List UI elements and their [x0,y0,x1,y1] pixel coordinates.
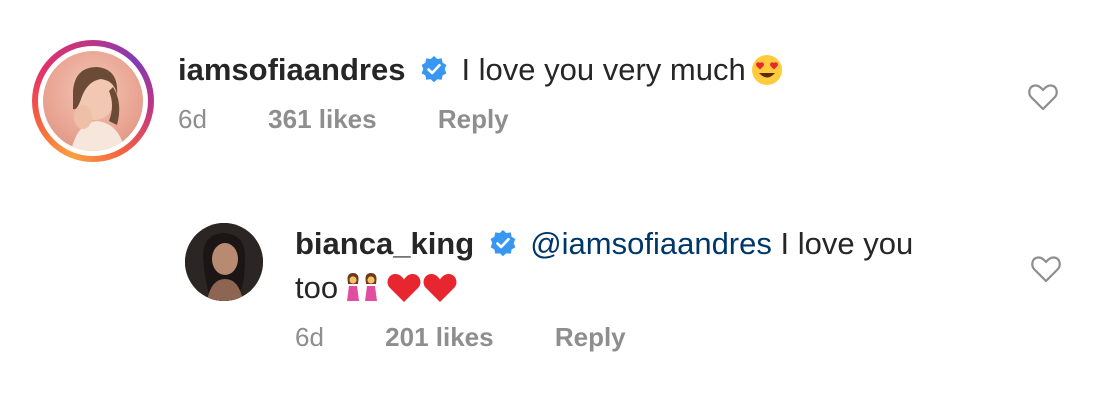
like-heart-icon[interactable] [1030,254,1062,284]
username-link[interactable]: iamsofiaandres [178,50,405,90]
comment-text-line: too [295,268,995,308]
avatar-photo [71,67,125,151]
comment-body: bianca_king @iamsofiaandres I love you t… [295,224,995,353]
red-heart-emoji-icon [423,274,457,302]
avatar[interactable] [43,51,143,151]
like-heart-icon[interactable] [1027,82,1059,112]
likes-count-link[interactable]: 361 likes [268,104,376,135]
mention-link[interactable]: @iamsofiaandres [530,224,772,264]
avatar[interactable] [185,223,263,301]
comment-text: I love you [780,226,914,261]
reply-comment-item: bianca_king @iamsofiaandres I love you t… [185,218,1085,368]
verified-badge-icon [422,56,447,83]
avatar-photo [185,223,263,301]
comment-meta: 6d 201 likes Reply [295,322,995,353]
red-heart-emoji-icon [387,274,421,302]
story-ring[interactable] [32,40,154,162]
reply-button[interactable]: Reply [555,322,626,353]
comment-age: 6d [295,322,324,352]
comment-text-line: iamsofiaandres I love you very much [178,50,784,90]
reply-button[interactable]: Reply [438,104,509,135]
comment-item: iamsofiaandres I love you very much 6d 3… [32,40,1092,170]
two-women-emoji-icon [347,273,378,301]
comment-text: I love you very much [461,52,746,87]
avatar-frame [38,46,148,156]
heart-eyes-emoji-icon [751,55,782,85]
comment-body: iamsofiaandres I love you very much 6d 3… [178,50,784,135]
comment-meta: 6d 361 likes Reply [178,104,784,135]
username-link[interactable]: bianca_king [295,224,474,264]
likes-count-link[interactable]: 201 likes [385,322,493,353]
verified-badge-icon [490,230,516,257]
comment-text-line: bianca_king @iamsofiaandres I love you [295,224,995,264]
comment-text: too [295,270,339,305]
comment-age: 6d [178,104,207,134]
